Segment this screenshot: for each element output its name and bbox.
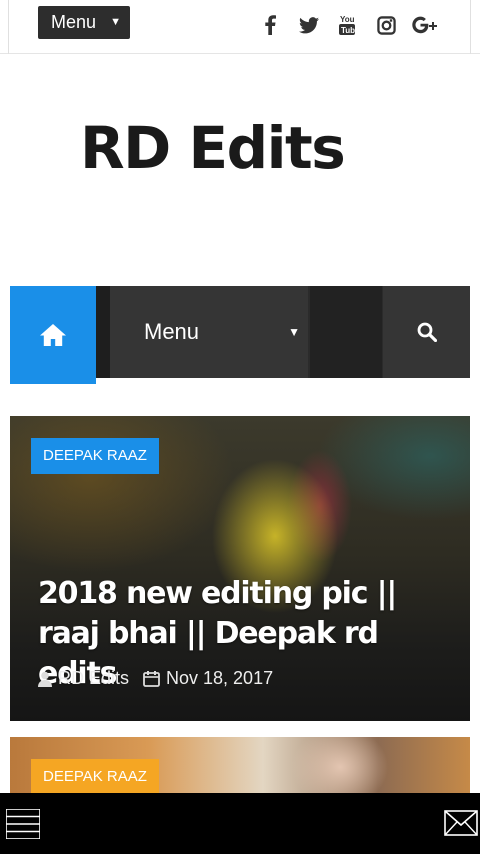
post-card[interactable]: DEEPAK RAAZ: [10, 737, 470, 797]
svg-text:Tube: Tube: [341, 26, 356, 35]
top-bar-left-border: [8, 0, 9, 54]
nav-menu-label: Menu: [144, 319, 200, 344]
twitter-icon[interactable]: [297, 12, 321, 38]
top-menu-dropdown[interactable]: Menu ▼: [38, 6, 130, 39]
caret-down-icon: ▼: [110, 16, 121, 28]
top-bar-right-border: [470, 0, 471, 54]
calendar-icon: [143, 671, 160, 687]
user-icon: [38, 671, 52, 687]
nav-spacer: [310, 286, 382, 378]
svg-text:You: You: [340, 15, 355, 24]
nav-menu-dropdown[interactable]: Menu ▼: [110, 286, 308, 378]
youtube-icon[interactable]: You Tube: [336, 12, 358, 38]
post-date-group: Nov 18, 2017: [143, 668, 273, 689]
search-icon: [417, 322, 437, 342]
top-bar: Menu ▼ You Tube: [0, 0, 480, 54]
category-badge[interactable]: DEEPAK RAAZ: [31, 759, 159, 795]
post-card[interactable]: DEEPAK RAAZ 2018 new editing pic || raaj…: [10, 416, 470, 721]
google-plus-icon[interactable]: [411, 12, 441, 38]
instagram-icon[interactable]: [375, 12, 397, 38]
post-meta: RD Edits Nov 18, 2017: [38, 668, 273, 689]
bottom-bar: [0, 793, 480, 854]
post-author[interactable]: RD Edits: [58, 668, 129, 689]
home-button[interactable]: [10, 286, 96, 384]
nav-divider: [96, 286, 110, 378]
top-menu-label: Menu: [51, 12, 97, 32]
facebook-icon[interactable]: [260, 12, 280, 38]
menu-icon[interactable]: [6, 809, 40, 839]
home-icon: [40, 324, 66, 346]
mail-icon[interactable]: [444, 810, 478, 836]
post-date: Nov 18, 2017: [166, 668, 274, 688]
search-button[interactable]: [383, 286, 470, 378]
site-title[interactable]: RD Edits: [80, 114, 346, 182]
caret-down-icon: ▼: [288, 325, 300, 339]
category-badge[interactable]: DEEPAK RAAZ: [31, 438, 159, 474]
